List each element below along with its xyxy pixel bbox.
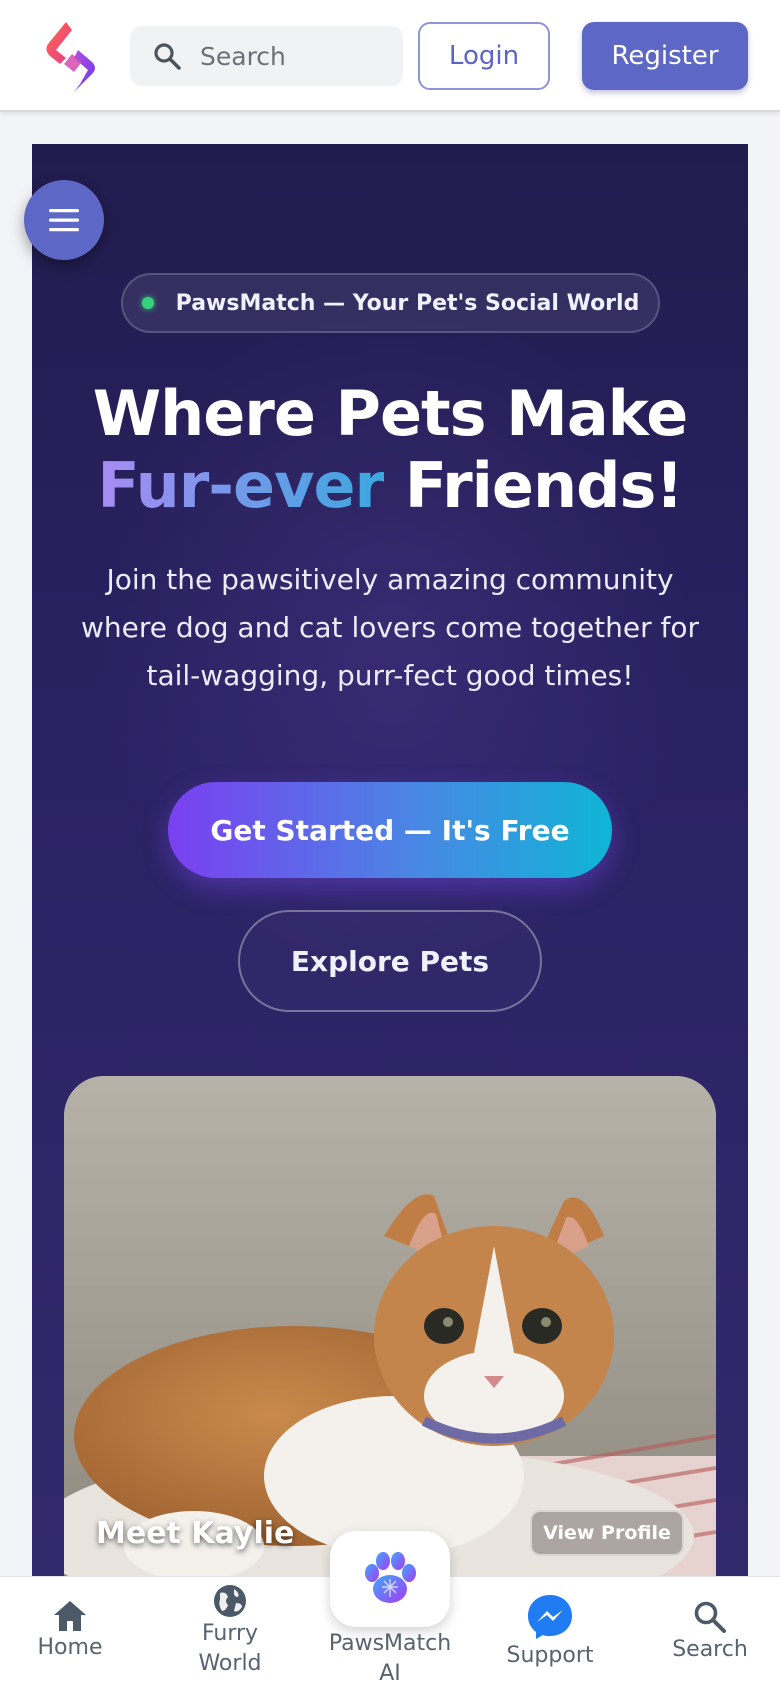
- headline-line2: Fur-ever Friends!: [32, 450, 748, 522]
- hamburger-icon: [49, 209, 79, 232]
- hero-headline: Where Pets Make Fur-ever Friends!: [32, 378, 748, 522]
- search-input[interactable]: [200, 41, 380, 71]
- tagline-badge: PawsMatch — Your Pet's Social World: [121, 273, 660, 333]
- get-started-button[interactable]: Get Started — It's Free: [168, 782, 612, 878]
- register-button[interactable]: Register: [582, 22, 748, 90]
- nav-pawsmatch-ai-label: PawsMatch AI: [328, 1631, 452, 1686]
- status-dot: [141, 297, 154, 309]
- paw-ai-icon: [365, 1552, 416, 1603]
- featured-pet-card[interactable]: Meet Kaylie View Profile: [64, 1076, 716, 1596]
- pet-name: Meet Kaylie: [96, 1516, 295, 1551]
- view-profile-button[interactable]: View Profile: [530, 1510, 684, 1556]
- headline-highlight: Fur-ever: [97, 449, 385, 522]
- nav-search[interactable]: Search: [660, 1577, 760, 1688]
- search-box[interactable]: [130, 26, 403, 86]
- hero-subtext: Join the pawsitively amazing community w…: [80, 563, 700, 692]
- nav-search-label: Search: [672, 1637, 748, 1662]
- messenger-icon: [528, 1595, 572, 1639]
- search-icon: [694, 1601, 726, 1633]
- globe-icon: [214, 1585, 246, 1617]
- nav-support-label: Support: [506, 1643, 594, 1668]
- headline-rest: Friends!: [404, 449, 684, 522]
- explore-pets-button[interactable]: Explore Pets: [238, 910, 542, 1012]
- pawsmatch-ai-button[interactable]: [330, 1531, 450, 1627]
- nav-furry-world-label: Furry World: [198, 1621, 262, 1676]
- nav-support[interactable]: Support: [495, 1577, 605, 1688]
- nav-furry-world[interactable]: Furry World: [178, 1577, 282, 1688]
- search-icon: [154, 43, 181, 70]
- menu-button[interactable]: [24, 180, 104, 260]
- home-icon: [54, 1601, 86, 1631]
- nav-home-label: Home: [37, 1635, 103, 1660]
- headline-line1: Where Pets Make: [92, 377, 689, 450]
- login-button[interactable]: Login: [418, 22, 550, 90]
- app-logo[interactable]: [44, 20, 106, 94]
- top-header: Login Register: [0, 0, 780, 112]
- tagline-text: PawsMatch — Your Pet's Social World: [175, 290, 640, 316]
- nav-home[interactable]: Home: [20, 1577, 120, 1688]
